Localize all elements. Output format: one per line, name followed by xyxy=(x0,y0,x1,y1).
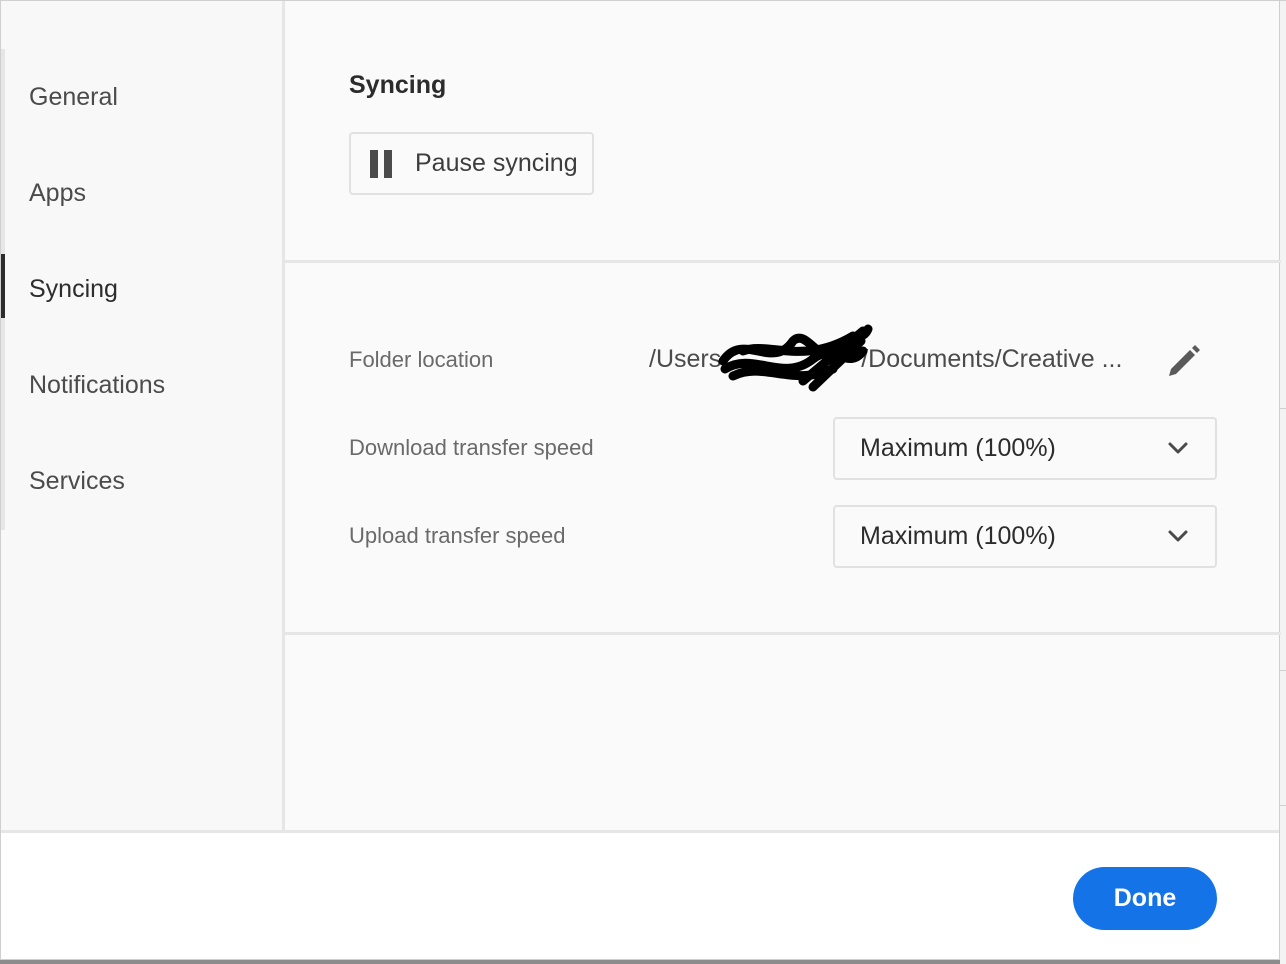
sidebar-item-apps[interactable]: Apps xyxy=(29,173,86,213)
pencil-icon[interactable] xyxy=(1165,341,1203,379)
redaction-scribble xyxy=(718,324,873,392)
sidebar-item-general[interactable]: General xyxy=(29,77,118,117)
path-prefix: /Users xyxy=(649,345,722,373)
sidebar-item-syncing[interactable]: Syncing xyxy=(29,269,118,309)
path-suffix: /Documents/Creative ... xyxy=(861,345,1123,373)
chevron-down-icon xyxy=(1168,442,1188,454)
done-button[interactable]: Done xyxy=(1073,867,1217,930)
folder-location-label: Folder location xyxy=(349,347,494,372)
section-divider xyxy=(285,260,1281,263)
download-speed-label: Download transfer speed xyxy=(349,435,594,460)
upload-speed-value: Maximum (100%) xyxy=(860,522,1056,550)
upload-speed-label: Upload transfer speed xyxy=(349,523,566,548)
pause-syncing-button[interactable]: Pause syncing xyxy=(349,132,594,195)
pause-icon xyxy=(370,149,394,178)
download-speed-value: Maximum (100%) xyxy=(860,434,1056,462)
upload-speed-select[interactable]: Maximum (100%) xyxy=(833,505,1217,568)
section-divider xyxy=(285,632,1281,635)
chevron-down-icon xyxy=(1168,530,1188,542)
section-title: Syncing xyxy=(349,71,447,99)
preferences-dialog: General Apps Syncing Notifications Servi… xyxy=(0,0,1281,960)
sidebar-item-services[interactable]: Services xyxy=(29,461,125,501)
download-speed-select[interactable]: Maximum (100%) xyxy=(833,417,1217,480)
background-window-edge xyxy=(1280,0,1286,964)
sidebar-item-notifications[interactable]: Notifications xyxy=(29,365,165,405)
sidebar-nav: General Apps Syncing Notifications Servi… xyxy=(1,1,285,830)
active-nav-indicator xyxy=(1,254,5,318)
pause-syncing-label: Pause syncing xyxy=(415,149,578,177)
